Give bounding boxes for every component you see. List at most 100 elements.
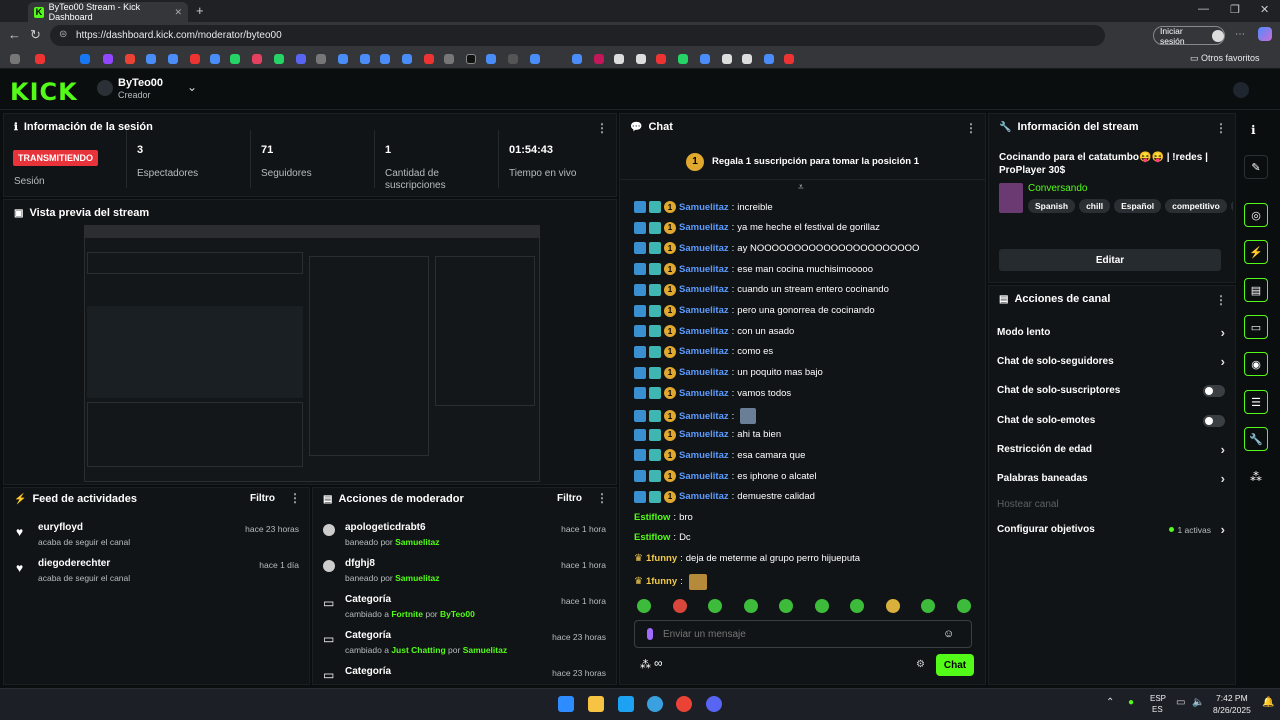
channel-switcher-chevron-down-icon[interactable]: ⌄ (187, 80, 197, 94)
emoji-icon[interactable]: ☺ (943, 628, 954, 640)
category-thumbnail[interactable] (999, 183, 1023, 213)
chat-username[interactable]: Estiflow (634, 512, 670, 523)
chat-username[interactable]: Samuelitaz (679, 326, 729, 337)
mod-action-target[interactable]: Just Chatting (391, 645, 445, 655)
bookmark-icon[interactable] (380, 54, 390, 64)
emote-button-icon[interactable] (779, 599, 793, 613)
file-explorer-icon[interactable] (588, 696, 604, 712)
emotes-only-toggle[interactable] (1203, 414, 1225, 427)
bookmark-icon[interactable] (296, 54, 306, 64)
new-tab-icon[interactable]: + (196, 3, 204, 18)
slow-mode-row[interactable]: Modo lento › (989, 318, 1235, 347)
bookmark-icon[interactable] (742, 54, 752, 64)
edge-browser-icon[interactable] (647, 696, 663, 712)
chat-username[interactable]: Samuelitaz (679, 491, 729, 502)
chat-username[interactable]: Samuelitaz (679, 222, 729, 233)
followers-only-row[interactable]: Chat de solo-seguidores › (989, 347, 1235, 376)
close-window-icon[interactable]: ✕ (1260, 3, 1269, 16)
bookmark-icon[interactable] (764, 54, 774, 64)
bookmark-icon[interactable] (466, 54, 476, 64)
chrome-icon[interactable] (676, 696, 692, 712)
lightning-icon[interactable]: ⚡ (1244, 240, 1268, 264)
stream-preview-video[interactable] (84, 225, 540, 482)
bookmark-icon[interactable] (360, 54, 370, 64)
browser-tab[interactable]: K ByTeo00 Stream - Kick Dashboard ✕ (28, 2, 188, 22)
mod-filter-button[interactable]: Filtro (557, 493, 582, 504)
emote-button-icon[interactable] (850, 599, 864, 613)
emote-button-icon[interactable] (743, 599, 758, 613)
mic-tray-icon[interactable]: ● (1128, 697, 1134, 708)
bookmark-icon[interactable] (146, 54, 156, 64)
chat-username[interactable]: Samuelitaz (679, 429, 729, 440)
bookmark-icon[interactable] (572, 54, 582, 64)
wrench-icon[interactable]: 🔧 (1244, 427, 1268, 451)
bookmark-icon[interactable] (10, 54, 20, 64)
bookmark-icon[interactable] (636, 54, 646, 64)
chat-username[interactable]: Samuelitaz (679, 264, 729, 275)
minimize-icon[interactable]: — (1198, 3, 1209, 15)
mod-more-icon[interactable]: ⋮ (596, 491, 608, 505)
clock-time[interactable]: 7:42 PM (1216, 693, 1248, 703)
bookmark-icon[interactable] (444, 54, 454, 64)
back-icon[interactable]: ← (8, 27, 21, 42)
bookmark-icon[interactable] (722, 54, 732, 64)
bookmark-icon[interactable] (80, 54, 90, 64)
chat-username[interactable]: Samuelitaz (679, 346, 729, 357)
chat-username[interactable]: Samuelitaz (679, 388, 729, 399)
copilot-icon[interactable] (1258, 27, 1272, 41)
chat-username[interactable]: Samuelitaz (679, 450, 729, 461)
profile-button[interactable]: Iniciar sesión (1153, 26, 1225, 46)
collapse-icon[interactable]: ⩡ (798, 182, 804, 193)
mod-action-user[interactable]: ByTeo00 (440, 609, 475, 619)
emote-button-icon[interactable] (814, 599, 829, 613)
mod-action-user[interactable]: Samuelitaz (463, 645, 507, 655)
bookmark-icon[interactable] (784, 54, 794, 64)
url-input[interactable]: ⊜ https://dashboard.kick.com/moderator/b… (50, 25, 1105, 46)
bookmark-icon[interactable] (700, 54, 710, 64)
bookmark-icon[interactable] (530, 54, 540, 64)
bookmark-icon[interactable] (594, 54, 604, 64)
bookmark-icon[interactable] (168, 54, 178, 64)
chat-username[interactable]: Samuelitaz (679, 367, 729, 378)
bookmark-icon[interactable] (103, 54, 113, 64)
chat-username[interactable]: Samuelitaz (679, 471, 729, 482)
apps-icon[interactable]: ⁂ (1250, 470, 1262, 484)
bookmark-icon[interactable] (125, 54, 135, 64)
chat-username[interactable]: Samuelitaz (679, 243, 729, 254)
chat-username[interactable]: 1funny (646, 553, 677, 564)
pinned-gift-banner[interactable]: 1 Regala 1 suscripción para tomar la pos… (620, 144, 985, 180)
bookmark-icon[interactable] (486, 54, 496, 64)
edge-icon[interactable] (618, 696, 634, 712)
configure-goals-row[interactable]: Configurar objetivos 1 activas › (989, 515, 1235, 544)
emote-button-icon[interactable] (956, 599, 971, 613)
chat-username[interactable]: 1funny (646, 576, 677, 587)
other-favorites-folder[interactable]: ▭ Otros favoritos (1190, 53, 1260, 64)
edit-stream-button[interactable]: Editar (999, 249, 1221, 271)
channel-actions-more-icon[interactable]: ⋮ (1215, 293, 1227, 307)
age-restriction-row[interactable]: Restricción de edad › (989, 435, 1235, 464)
chat-settings-gear-icon[interactable]: ⚙ (916, 659, 925, 670)
tag[interactable]: competitivo (1165, 199, 1227, 213)
chat-username[interactable]: Samuelitaz (679, 284, 729, 295)
emote-button-icon[interactable] (637, 599, 651, 613)
chat-icon[interactable]: ▭ (1244, 315, 1268, 339)
tag[interactable]: chill (1079, 199, 1111, 213)
kick-logo[interactable]: KICK (10, 78, 78, 106)
site-info-icon[interactable]: ⊜ (59, 29, 67, 40)
bookmark-icon[interactable] (614, 54, 624, 64)
feed-user[interactable]: euryfloyd (38, 522, 83, 533)
feed-filter-button[interactable]: Filtro (250, 493, 275, 504)
user-avatar[interactable] (1233, 82, 1249, 98)
more-menu-icon[interactable]: ⋯ (1235, 29, 1245, 40)
chat-username[interactable]: Samuelitaz (679, 202, 729, 213)
emote-button-icon[interactable] (921, 599, 935, 613)
discord-icon[interactable] (706, 696, 722, 712)
windows-start-icon[interactable] (558, 696, 574, 712)
clipboard-icon[interactable]: ▤ (1244, 278, 1268, 302)
info-icon[interactable]: ℹ (1251, 123, 1256, 137)
broadcast-icon[interactable]: ◉ (1244, 352, 1268, 376)
bookmark-icon[interactable] (35, 54, 45, 64)
chat-input-field[interactable] (663, 628, 933, 640)
bookmark-icon[interactable] (424, 54, 434, 64)
bookmark-icon[interactable] (338, 54, 348, 64)
